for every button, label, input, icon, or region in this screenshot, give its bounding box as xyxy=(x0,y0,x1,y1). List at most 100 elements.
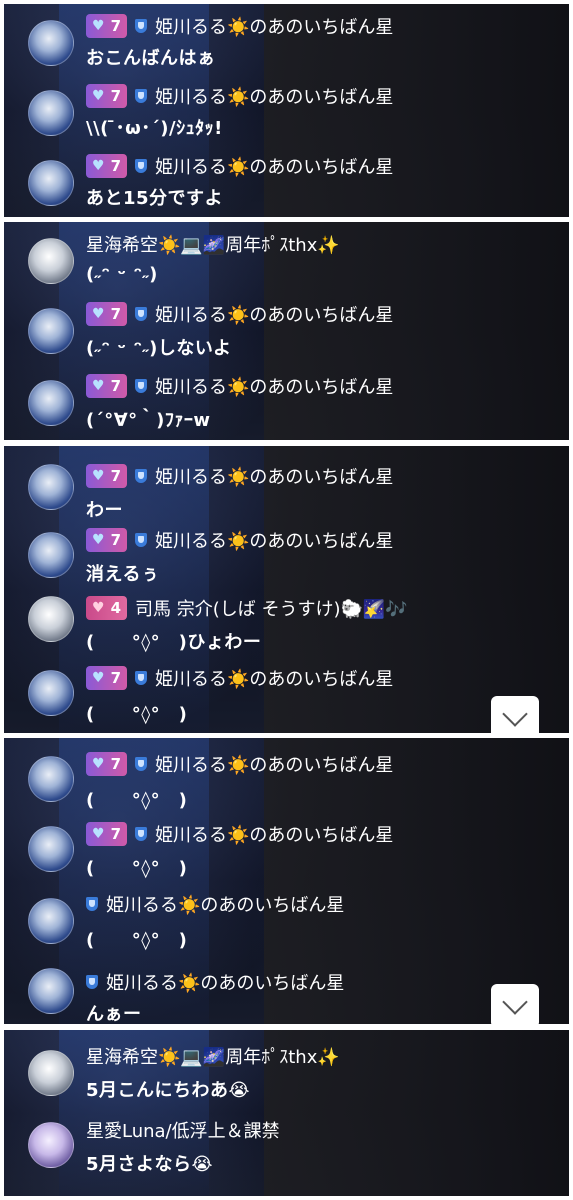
heart-icon: ♥ xyxy=(92,532,105,548)
level-badge: ♥ 7 xyxy=(86,14,127,38)
heart-icon: ♥ xyxy=(92,378,105,394)
moderator-shield-icon xyxy=(135,671,147,685)
avatar[interactable] xyxy=(28,898,74,944)
scroll-to-bottom-button[interactable] xyxy=(491,696,539,733)
username[interactable]: 星海希空☀️💻🌌周年ﾎﾟｽthx✨ xyxy=(86,231,340,257)
chevron-down-icon xyxy=(502,989,528,1015)
chat-message: ♥ 7 姫川るる☀️のあのいちばん星 \\( ̄･ω･´)/ｼｭﾀｯ! xyxy=(4,80,569,144)
avatar[interactable] xyxy=(28,670,74,716)
avatar[interactable] xyxy=(28,160,74,206)
avatar[interactable] xyxy=(28,826,74,872)
message-text: 消えるぅ xyxy=(86,564,160,585)
avatar[interactable] xyxy=(28,1122,74,1168)
heart-icon: ♥ xyxy=(92,158,105,174)
message-text: 5月こんにちわあ😭 xyxy=(86,1080,251,1101)
avatar[interactable] xyxy=(28,308,74,354)
scroll-to-bottom-button[interactable] xyxy=(491,984,539,1024)
message-text: \\( ̄･ω･´)/ｼｭﾀｯ! xyxy=(86,118,223,139)
moderator-shield-icon xyxy=(135,757,147,771)
message-text: あと15分ですよ xyxy=(86,188,224,209)
message-text: おこんばんはぁ xyxy=(86,48,216,69)
moderator-shield-icon xyxy=(86,897,98,911)
chat-panel-2: 星海希空☀️💻🌌周年ﾎﾟｽthx✨ (˶ᵔ ᵕ ᵔ˶) ♥ 7 姫川るる☀️のあの… xyxy=(4,222,569,440)
level-badge: ♥ 4 xyxy=(86,596,127,620)
username[interactable]: 司馬 宗介(しば そうすけ)🐑🌠🎶 xyxy=(135,595,408,621)
username[interactable]: 星海希空☀️💻🌌周年ﾎﾟｽthx✨ xyxy=(86,1043,340,1069)
username[interactable]: 姫川るる☀️のあのいちばん星 xyxy=(155,83,393,109)
heart-icon: ♥ xyxy=(92,88,105,104)
avatar[interactable] xyxy=(28,90,74,136)
username[interactable]: 姫川るる☀️のあのいちばん星 xyxy=(155,821,393,847)
message-text: ( °◊° ) xyxy=(86,790,188,811)
level-badge: ♥ 7 xyxy=(86,464,127,488)
message-text: わー xyxy=(86,500,123,521)
message-text: ( °◊° ) xyxy=(86,704,188,725)
level-badge: ♥ 7 xyxy=(86,528,127,552)
heart-icon: ♥ xyxy=(92,306,105,322)
moderator-shield-icon xyxy=(135,307,147,321)
chat-message: 星海希空☀️💻🌌周年ﾎﾟｽthx✨ (˶ᵔ ᵕ ᵔ˶) xyxy=(4,228,569,292)
heart-icon: ♥ xyxy=(92,600,105,616)
avatar[interactable] xyxy=(28,464,74,510)
username[interactable]: 姫川るる☀️のあのいちばん星 xyxy=(155,13,393,39)
avatar[interactable] xyxy=(28,238,74,284)
level-badge: ♥ 7 xyxy=(86,822,127,846)
username[interactable]: 姫川るる☀️のあのいちばん星 xyxy=(106,891,344,917)
message-text: ( °◊° ) xyxy=(86,858,188,879)
chat-panel-3: ♥ 7 姫川るる☀️のあのいちばん星 わー ♥ 7 姫川るる☀️のあのいちばん星 消… xyxy=(4,446,569,733)
avatar[interactable] xyxy=(28,756,74,802)
chat-message: ♥ 4 司馬 宗介(しば そうすけ)🐑🌠🎶 ( °◊° )ひょわー xyxy=(4,592,569,656)
chat-message: ♥ 7 姫川るる☀️のあのいちばん星 わー xyxy=(4,454,569,521)
username[interactable]: 姫川るる☀️のあのいちばん星 xyxy=(155,751,393,777)
moderator-shield-icon xyxy=(135,469,147,483)
chat-message: 姫川るる☀️のあのいちばん星 んぁー xyxy=(4,956,569,1024)
heart-icon: ♥ xyxy=(92,670,105,686)
avatar[interactable] xyxy=(28,20,74,66)
chat-panel-1: ♥ 7 姫川るる☀️のあのいちばん星 おこんばんはぁ ♥ 7 姫川るる☀️のあのいち… xyxy=(4,4,569,217)
moderator-shield-icon xyxy=(135,827,147,841)
chat-panel-4: ♥ 7 姫川るる☀️のあのいちばん星 ( °◊° ) ♥ 7 姫川るる☀️のあのいち… xyxy=(4,738,569,1024)
chat-message: 星愛Luna/低浮上＆課禁 5月さよなら😭 xyxy=(4,1114,569,1186)
message-text: (˶ᵔ ᵕ ᵔ˶) xyxy=(86,264,158,285)
username[interactable]: 姫川るる☀️のあのいちばん星 xyxy=(155,527,393,553)
message-text: (´°∀°｀)ﾌｧｰw xyxy=(86,410,211,431)
heart-icon: ♥ xyxy=(92,826,105,842)
username[interactable]: 姫川るる☀️のあのいちばん星 xyxy=(155,373,393,399)
username[interactable]: 星愛Luna/低浮上＆課禁 xyxy=(86,1117,280,1143)
level-badge: ♥ 7 xyxy=(86,374,127,398)
username[interactable]: 姫川るる☀️のあのいちばん星 xyxy=(106,969,344,995)
level-badge: ♥ 7 xyxy=(86,84,127,108)
moderator-shield-icon xyxy=(135,19,147,33)
username[interactable]: 姫川るる☀️のあのいちばん星 xyxy=(155,153,393,179)
chat-message: ♥ 7 姫川るる☀️のあのいちばん星 (˶ᵔ ᵕ ᵔ˶)しないよ xyxy=(4,298,569,362)
avatar[interactable] xyxy=(28,380,74,426)
username[interactable]: 姫川るる☀️のあのいちばん星 xyxy=(155,665,393,691)
chat-message: ♥ 7 姫川るる☀️のあのいちばん星 おこんばんはぁ xyxy=(4,10,569,74)
avatar[interactable] xyxy=(28,596,74,642)
avatar[interactable] xyxy=(28,1050,74,1096)
chat-message: 星海希空☀️💻🌌周年ﾎﾟｽthx✨ 5月こんにちわあ😭 xyxy=(4,1036,569,1108)
chat-message: ♥ 7 姫川るる☀️のあのいちばん星 ( °◊° ) xyxy=(4,744,569,811)
chat-message: ♥ 7 姫川るる☀️のあのいちばん星 ( °◊° ) xyxy=(4,662,569,726)
chat-panel-5: 星海希空☀️💻🌌周年ﾎﾟｽthx✨ 5月こんにちわあ😭 星愛Luna/低浮上＆課… xyxy=(4,1030,569,1196)
username[interactable]: 姫川るる☀️のあのいちばん星 xyxy=(155,301,393,327)
message-text: んぁー xyxy=(86,1004,142,1024)
message-text: ( °◊° ) xyxy=(86,930,188,951)
avatar[interactable] xyxy=(28,968,74,1014)
message-text: ( °◊° )ひょわー xyxy=(86,632,262,653)
message-text: (˶ᵔ ᵕ ᵔ˶)しないよ xyxy=(86,338,232,359)
avatar[interactable] xyxy=(28,532,74,578)
chat-message: ♥ 7 姫川るる☀️のあのいちばん星 消えるぅ xyxy=(4,522,569,586)
moderator-shield-icon xyxy=(135,89,147,103)
chat-message: ♥ 7 姫川るる☀️のあのいちばん星 (´°∀°｀)ﾌｧｰw xyxy=(4,370,569,434)
chat-message: 姫川るる☀️のあのいちばん星 ( °◊° ) xyxy=(4,886,569,951)
chevron-down-icon xyxy=(502,701,528,727)
moderator-shield-icon xyxy=(135,159,147,173)
heart-icon: ♥ xyxy=(92,468,105,484)
moderator-shield-icon xyxy=(86,975,98,989)
level-badge: ♥ 7 xyxy=(86,154,127,178)
level-badge: ♥ 7 xyxy=(86,752,127,776)
moderator-shield-icon xyxy=(135,379,147,393)
username[interactable]: 姫川るる☀️のあのいちばん星 xyxy=(155,463,393,489)
chat-message: ♥ 7 姫川るる☀️のあのいちばん星 ( °◊° ) xyxy=(4,816,569,880)
